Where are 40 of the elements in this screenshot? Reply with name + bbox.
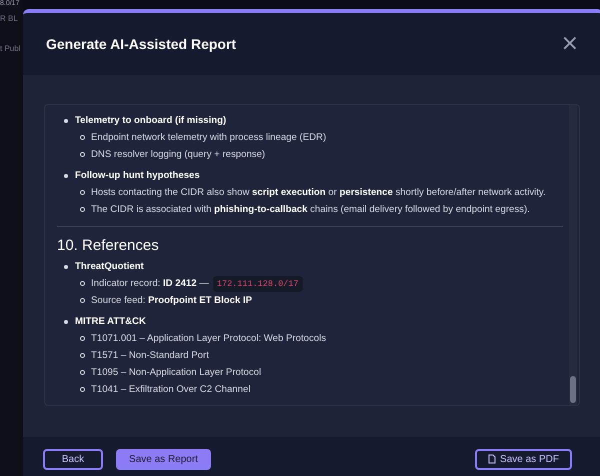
ip-address: 172.111.128.0/17: [212, 276, 302, 292]
bullet-icon: [64, 119, 68, 123]
file-icon: [488, 454, 496, 464]
bullet-icon: [64, 174, 68, 178]
bullet-icon: [64, 265, 68, 269]
bullet-icon: [80, 336, 85, 341]
list-item-text: DNS resolver logging (query + response): [91, 148, 266, 162]
list-item-text: T1571 – Non-Standard Port: [91, 348, 209, 362]
list-item-title: ThreatQuotient: [75, 260, 144, 274]
list-item-text: Source feed: Proofpoint ET Block IP: [91, 294, 252, 308]
bullet-icon: [80, 207, 85, 212]
page-label: R BL: [0, 13, 18, 25]
list-item-text: Hosts contacting the CIDR also show script execution or persistence shortly before/after network activity.: [91, 186, 546, 200]
bullet-icon: [80, 190, 85, 195]
list-item-text: The CIDR is associated with phishing-to-callback chains (email delivery followed by endpoint egress).: [91, 202, 530, 216]
bullet-icon: [80, 298, 85, 303]
save-pdf-button[interactable]: Save as PDF: [475, 448, 572, 470]
list-item-text: Endpoint network telemetry with process lineage (EDR): [91, 130, 326, 144]
bullet-icon: [80, 135, 85, 140]
close-button[interactable]: ×: [560, 33, 579, 55]
scrollbar[interactable]: [569, 105, 577, 405]
list-item-title: Telemetry to onboard (if missing): [75, 114, 226, 128]
bullet-icon: [80, 281, 85, 286]
save-report-button[interactable]: Save as Report: [116, 448, 211, 470]
page-label: t Publ: [0, 43, 20, 55]
list-item-title: Follow-up hunt hypotheses: [75, 169, 200, 183]
section-heading: 10. References: [57, 237, 160, 255]
list-item-text: T1041 – Exfiltration Over C2 Channel: [91, 382, 250, 396]
list-item-text: T1071.001 – Application Layer Protocol: Web Protocols: [91, 332, 326, 346]
list-item-title: MITRE ATT&CK: [75, 315, 146, 329]
bullet-icon: [80, 387, 85, 392]
dialog-title: Generate AI-Assisted Report: [46, 34, 236, 54]
list-item-text: T1095 – Non-Application Layer Protocol: [91, 366, 262, 380]
scrollbar-thumb[interactable]: [570, 376, 576, 403]
bullet-icon: [80, 152, 85, 157]
back-button[interactable]: Back: [43, 448, 103, 470]
bullet-icon: [64, 320, 68, 324]
bullet-icon: [80, 353, 85, 358]
bullet-icon: [80, 370, 85, 375]
list-item-text: Indicator record: ID 2412 —: [91, 276, 209, 290]
